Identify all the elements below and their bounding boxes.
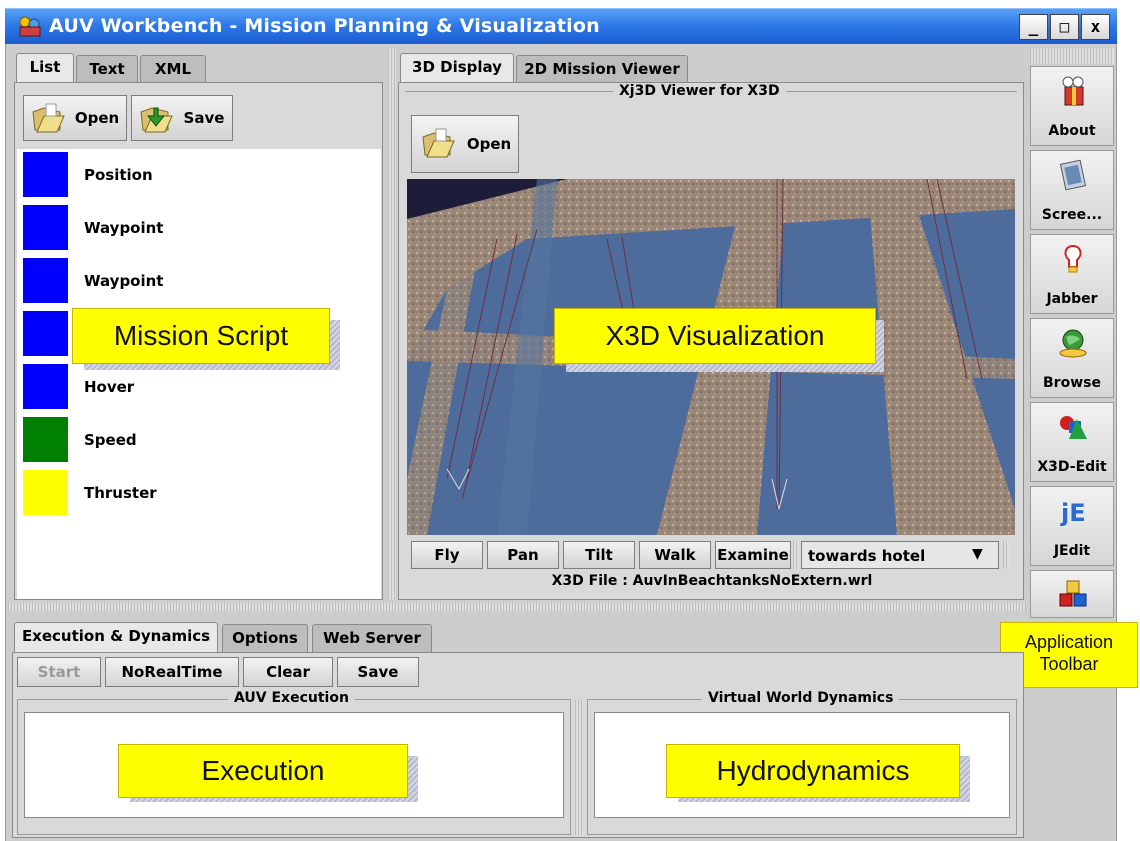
tab-3d-display[interactable]: 3D Display [400, 53, 514, 83]
about-icon [1062, 76, 1084, 106]
execution-pane: Execution & Dynamics Options Web Server … [10, 614, 1026, 838]
tab-options[interactable]: Options [222, 624, 308, 652]
save-mission-button[interactable]: Save [131, 95, 233, 141]
item-color-swatch [23, 311, 68, 356]
about-button[interactable]: About [1030, 66, 1114, 146]
tab-xml[interactable]: XML [140, 55, 206, 83]
vertical-splitter[interactable] [388, 48, 396, 600]
jabber-button[interactable]: Jabber [1030, 234, 1114, 314]
screen-button[interactable]: Scree... [1030, 150, 1114, 230]
list-item[interactable]: Waypoint [17, 258, 381, 311]
execution-callout: Execution [118, 744, 408, 798]
tab-list[interactable]: List [16, 53, 74, 83]
mission-script-callout: Mission Script [72, 308, 330, 364]
jedit-icon: jE [1060, 499, 1086, 527]
browse-icon [1059, 329, 1087, 358]
examine-button[interactable]: Examine [715, 541, 791, 569]
app-icon [19, 16, 41, 37]
item-color-swatch [23, 152, 68, 197]
close-button[interactable]: x [1081, 14, 1110, 40]
folder-open-icon [32, 103, 65, 133]
viewer-group-title: Xj3D Viewer for X3D [613, 83, 786, 99]
item-color-swatch [23, 417, 68, 462]
item-color-swatch [23, 258, 68, 303]
open-label: Open [466, 135, 512, 153]
auv-execution-title: AUV Execution [228, 690, 355, 706]
clear-button[interactable]: Clear [243, 657, 333, 687]
item-color-swatch [23, 470, 68, 515]
jedit-button[interactable]: jE JEdit [1030, 486, 1114, 566]
jabber-icon [1064, 244, 1082, 273]
open-label: Open [74, 109, 120, 127]
item-label: Waypoint [84, 272, 164, 290]
list-item[interactable]: Thruster [17, 470, 381, 523]
item-color-swatch [23, 205, 68, 250]
save-label: Save [183, 109, 225, 127]
mission-list[interactable]: Position Waypoint Waypoint Hover Speed Thrust… [17, 149, 381, 599]
hydrodynamics-callout: Hydrodynamics [666, 744, 960, 798]
vertical-splitter[interactable] [575, 699, 583, 835]
x3d-edit-icon [1060, 416, 1087, 439]
x3d-file-label: X3D File : AuvInBeachtanksNoExtern.wrl [551, 573, 873, 589]
minimize-button[interactable]: _ [1019, 14, 1048, 40]
start-button[interactable]: Start [17, 657, 101, 687]
folder-open-icon [422, 128, 455, 158]
item-label: Thruster [84, 484, 157, 502]
maximize-button[interactable]: □ [1050, 14, 1079, 40]
folder-save-icon [140, 107, 173, 133]
title-bar[interactable]: AUV Workbench - Mission Planning & Visua… [5, 8, 1117, 44]
item-label: Position [84, 166, 153, 184]
open-x3d-button[interactable]: Open [411, 115, 519, 173]
list-item[interactable]: Speed [17, 417, 381, 470]
cubes-icon [1059, 580, 1087, 607]
fly-button[interactable]: Fly [411, 541, 483, 569]
tab-2d-mission-viewer[interactable]: 2D Mission Viewer [516, 55, 688, 83]
window-title: AUV Workbench - Mission Planning & Visua… [49, 15, 600, 37]
tab-execution-dynamics[interactable]: Execution & Dynamics [14, 622, 218, 652]
viewpoint-select[interactable]: towards hotel ▼ [801, 541, 999, 569]
walk-button[interactable]: Walk [639, 541, 711, 569]
chevron-down-icon: ▼ [972, 546, 983, 562]
x3d-edit-label: X3D-Edit [1037, 459, 1107, 475]
pan-button[interactable]: Pan [487, 541, 559, 569]
list-item[interactable]: Waypoint [17, 205, 381, 258]
norealtime-button[interactable]: NoRealTime [105, 657, 239, 687]
jabber-label: Jabber [1046, 291, 1098, 307]
browse-button[interactable]: Browse [1030, 318, 1114, 398]
about-label: About [1048, 123, 1096, 139]
tilt-button[interactable]: Tilt [563, 541, 635, 569]
x3d-edit-button[interactable]: X3D-Edit [1030, 402, 1114, 482]
item-label: Waypoint [84, 219, 164, 237]
svg-text:jE: jE [1060, 499, 1086, 527]
cubes-button[interactable] [1030, 570, 1114, 618]
toolbar-grip [1003, 541, 1009, 569]
save-button[interactable]: Save [337, 657, 419, 687]
list-item[interactable]: Position [17, 152, 381, 205]
viewpoint-value: towards hotel [808, 547, 926, 565]
open-mission-button[interactable]: Open [23, 95, 127, 141]
tab-text[interactable]: Text [76, 55, 138, 83]
screen-icon [1059, 159, 1087, 191]
item-label: Speed [84, 431, 137, 449]
list-item[interactable]: Hover [17, 364, 381, 417]
toolbar-grip [1030, 48, 1114, 64]
item-color-swatch [23, 364, 68, 409]
screen-label: Scree... [1041, 207, 1103, 223]
x3d-visualization-callout: X3D Visualization [554, 308, 876, 364]
item-label: Hover [84, 378, 135, 396]
browse-label: Browse [1043, 375, 1101, 391]
horizontal-splitter[interactable] [8, 603, 1026, 611]
virtual-world-title: Virtual World Dynamics [702, 690, 900, 706]
toolbar-grip [793, 541, 799, 569]
jedit-label: JEdit [1053, 543, 1091, 559]
tab-web-server[interactable]: Web Server [312, 624, 432, 652]
